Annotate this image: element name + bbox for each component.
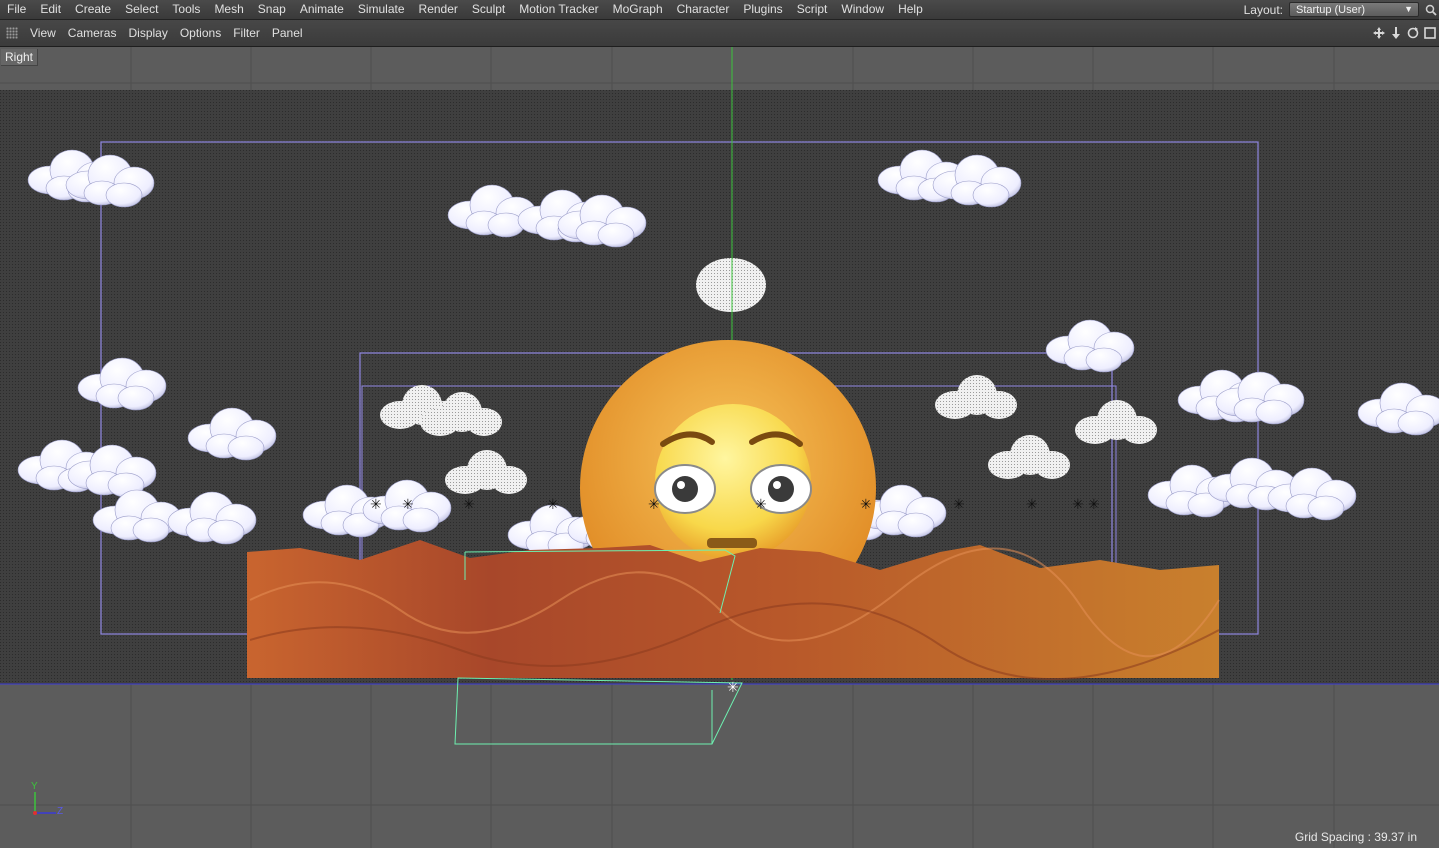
menu-snap[interactable]: Snap	[251, 0, 293, 19]
svg-text:✳: ✳	[648, 497, 660, 513]
view-name-label[interactable]: Right	[1, 49, 39, 66]
menu-select[interactable]: Select	[118, 0, 165, 19]
svg-text:✳: ✳	[402, 497, 414, 513]
menu-edit[interactable]: Edit	[33, 0, 68, 19]
svg-text:✳: ✳	[953, 497, 965, 513]
viewmenu-filter[interactable]: Filter	[227, 20, 266, 46]
menu-tools[interactable]: Tools	[165, 0, 207, 19]
axis-y-label: Y	[31, 781, 38, 792]
viewport-menubar: View Cameras Display Options Filter Pane…	[0, 20, 1439, 47]
viewmenu-panel[interactable]: Panel	[266, 20, 309, 46]
light-sphere	[696, 258, 766, 312]
svg-text:✳: ✳	[1088, 497, 1100, 513]
viewmenu-display[interactable]: Display	[122, 20, 173, 46]
svg-text:✳: ✳	[370, 497, 382, 513]
menu-render[interactable]: Render	[412, 0, 465, 19]
svg-text:✳: ✳	[463, 497, 475, 513]
menu-create[interactable]: Create	[68, 0, 118, 19]
layout-dropdown[interactable]: Startup (User) ▼	[1289, 2, 1419, 17]
menu-mesh[interactable]: Mesh	[207, 0, 250, 19]
menu-window[interactable]: Window	[834, 0, 891, 19]
move-view-icon[interactable]	[1371, 25, 1386, 40]
axis-z-label: Z	[57, 806, 64, 817]
menu-script[interactable]: Script	[790, 0, 835, 19]
search-icon[interactable]	[1423, 0, 1439, 19]
menu-mograph[interactable]: MoGraph	[606, 0, 670, 19]
viewmenu-cameras[interactable]: Cameras	[62, 20, 123, 46]
layout-area: Layout: Startup (User) ▼	[1244, 0, 1439, 19]
grid-spacing-readout: Grid Spacing : 39.37 in	[1294, 830, 1417, 844]
menu-animate[interactable]: Animate	[293, 0, 351, 19]
viewport-nav-icons	[1371, 25, 1437, 40]
layout-dropdown-value: Startup (User)	[1296, 3, 1366, 16]
svg-text:✳: ✳	[860, 497, 872, 513]
svg-text:✳: ✳	[1026, 497, 1038, 513]
menu-motion-tracker[interactable]: Motion Tracker	[512, 0, 605, 19]
rotate-view-icon[interactable]	[1405, 25, 1420, 40]
main-menubar: File Edit Create Select Tools Mesh Snap …	[0, 0, 1439, 20]
caret-down-icon: ▼	[1404, 4, 1413, 14]
viewmenu-options[interactable]: Options	[174, 20, 227, 46]
menu-sculpt[interactable]: Sculpt	[465, 0, 512, 19]
menu-character[interactable]: Character	[670, 0, 737, 19]
svg-text:✳: ✳	[547, 497, 559, 513]
svg-text:✳: ✳	[727, 680, 739, 696]
viewmenu-view[interactable]: View	[24, 20, 62, 46]
svg-text:✳: ✳	[755, 497, 767, 513]
grip-icon[interactable]	[6, 27, 18, 39]
menu-help[interactable]: Help	[891, 0, 930, 19]
svg-text:✳: ✳	[1072, 497, 1084, 513]
scene-canvas[interactable]: ✳ ✳ ✳ ✳ ✳ ✳ ✳ ✳ ✳ ✳ ✳ ✳	[0, 47, 1439, 848]
menu-plugins[interactable]: Plugins	[736, 0, 789, 19]
layout-label: Layout:	[1243, 2, 1283, 17]
menu-file[interactable]: File	[0, 0, 33, 19]
menu-simulate[interactable]: Simulate	[351, 0, 412, 19]
viewport-right[interactable]: ✳ ✳ ✳ ✳ ✳ ✳ ✳ ✳ ✳ ✳ ✳ ✳ Right Y Z Grid Spacing …	[0, 47, 1439, 848]
maximize-view-icon[interactable]	[1422, 25, 1437, 40]
zoom-view-icon[interactable]	[1388, 25, 1403, 40]
emoji-face	[654, 404, 812, 560]
